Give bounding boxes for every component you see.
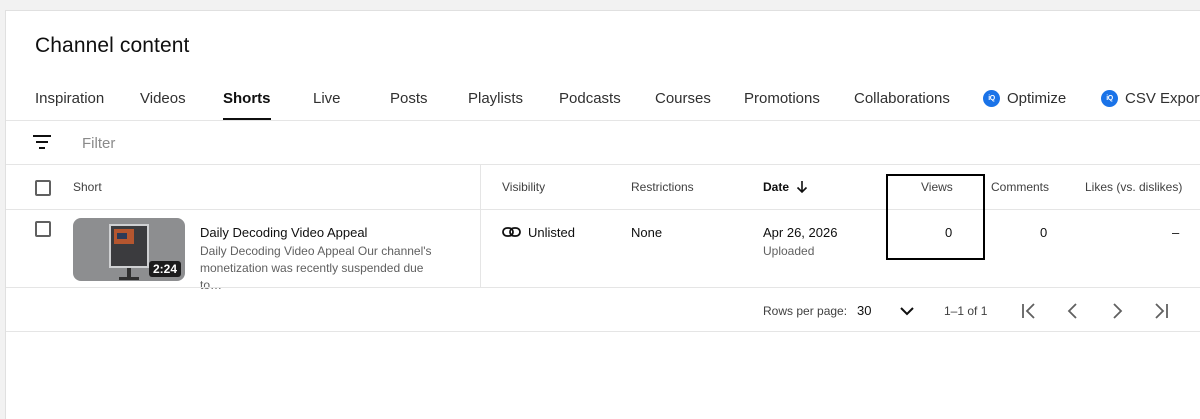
column-divider xyxy=(480,165,481,287)
tab-optimize[interactable]: iQ Optimize xyxy=(983,75,1066,121)
tab-bar: Inspiration Videos Shorts Live Posts Pla… xyxy=(6,75,1200,121)
tab-csv-export[interactable]: iQ CSV Export xyxy=(1101,75,1200,121)
tab-label: Collaborations xyxy=(854,89,950,107)
views-highlight-annotation xyxy=(886,174,985,260)
video-thumbnail[interactable]: 2:24 xyxy=(73,218,185,281)
tab-playlists[interactable]: Playlists xyxy=(468,75,523,121)
tab-label: Optimize xyxy=(1007,89,1067,107)
tab-inspiration[interactable]: Inspiration xyxy=(35,75,104,121)
column-header-comments[interactable]: Comments xyxy=(991,180,1049,194)
tab-promotions[interactable]: Promotions xyxy=(744,75,820,121)
next-page-button[interactable] xyxy=(1105,299,1129,323)
column-header-date-label: Date xyxy=(763,180,790,194)
tab-label: Inspiration xyxy=(35,89,105,107)
pagination-range: 1–1 of 1 xyxy=(944,304,988,318)
link-icon xyxy=(502,227,521,237)
thumbnail-monitor-graphic xyxy=(109,224,149,268)
divider xyxy=(6,164,1200,165)
column-header-visibility[interactable]: Visibility xyxy=(502,180,545,194)
rows-per-page-dropdown[interactable] xyxy=(895,299,919,323)
last-page-button[interactable] xyxy=(1149,299,1173,323)
date-status: Uploaded xyxy=(763,244,815,258)
tab-label: Podcasts xyxy=(559,89,621,107)
rows-per-page-value[interactable]: 30 xyxy=(857,303,871,318)
column-header-likes[interactable]: Likes (vs. dislikes) xyxy=(1085,180,1182,194)
row-checkbox[interactable] xyxy=(35,221,51,237)
page-title: Channel content xyxy=(35,34,190,57)
tab-live[interactable]: Live xyxy=(313,75,341,121)
iq-extension-icon: iQ xyxy=(1101,89,1118,107)
comments-value: 0 xyxy=(1040,225,1048,240)
first-page-icon xyxy=(1022,303,1035,319)
rows-per-page-label: Rows per page: xyxy=(763,304,848,318)
tab-label: Courses xyxy=(655,89,711,107)
divider xyxy=(6,331,1200,332)
channel-content-panel: Channel content Inspiration Videos Short… xyxy=(5,10,1200,419)
tab-label: CSV Export xyxy=(1125,89,1200,107)
tab-label: Posts xyxy=(390,89,428,107)
likes-value: – xyxy=(1172,225,1180,240)
date-value: Apr 26, 2026 xyxy=(763,225,838,240)
tab-videos[interactable]: Videos xyxy=(140,75,186,121)
filter-icon[interactable] xyxy=(33,135,51,149)
divider xyxy=(6,120,1200,121)
arrow-down-icon xyxy=(796,181,808,194)
iq-extension-icon: iQ xyxy=(983,89,1000,107)
previous-page-button[interactable] xyxy=(1061,299,1085,323)
chevron-left-icon xyxy=(1067,303,1077,319)
tab-courses[interactable]: Courses xyxy=(655,75,711,121)
divider xyxy=(6,209,1200,210)
tab-label: Live xyxy=(313,89,341,107)
tab-podcasts[interactable]: Podcasts xyxy=(559,75,621,121)
chevron-right-icon xyxy=(1113,303,1123,319)
duration-badge: 2:24 xyxy=(148,261,181,277)
tab-collaborations[interactable]: Collaborations xyxy=(854,75,950,121)
tab-shorts[interactable]: Shorts xyxy=(223,75,271,121)
divider xyxy=(6,287,1200,288)
column-header-restrictions[interactable]: Restrictions xyxy=(631,180,694,194)
chevron-down-icon xyxy=(900,307,914,316)
tab-label: Playlists xyxy=(468,89,524,107)
select-all-checkbox[interactable] xyxy=(35,180,51,196)
tab-label: Videos xyxy=(140,89,186,107)
first-page-button[interactable] xyxy=(1017,299,1041,323)
filter-input[interactable] xyxy=(82,132,582,154)
last-page-icon xyxy=(1155,303,1168,319)
visibility-value[interactable]: Unlisted xyxy=(528,225,575,240)
tab-posts[interactable]: Posts xyxy=(390,75,428,121)
column-header-date[interactable]: Date xyxy=(763,180,809,194)
video-title[interactable]: Daily Decoding Video Appeal xyxy=(200,225,367,240)
tab-label: Promotions xyxy=(744,89,820,107)
column-header-short[interactable]: Short xyxy=(73,180,102,194)
tab-label: Shorts xyxy=(223,89,271,107)
restrictions-value: None xyxy=(631,225,663,240)
